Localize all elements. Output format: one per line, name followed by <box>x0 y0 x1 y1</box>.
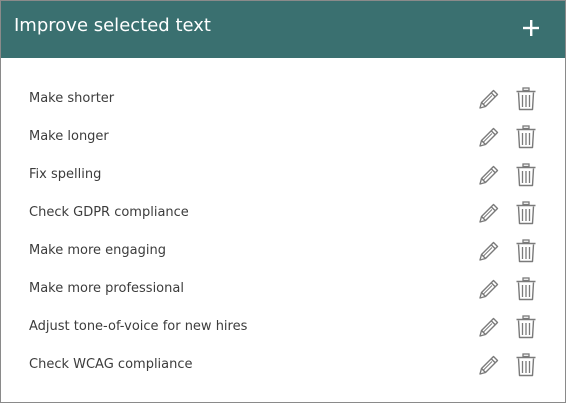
pencil-icon <box>479 355 499 375</box>
trash-icon <box>516 277 536 301</box>
list-item: Make more engaging <box>1 232 565 270</box>
pencil-icon <box>479 127 499 147</box>
prompt-label: Adjust tone-of-voice for new hires <box>29 319 248 334</box>
delete-button[interactable] <box>513 352 539 378</box>
add-prompt-button[interactable] <box>516 14 546 42</box>
trash-icon <box>516 201 536 225</box>
prompt-list: Make shorter Make longer Fix spelling Ch… <box>1 80 565 384</box>
panel-header: Improve selected text <box>1 1 565 58</box>
trash-icon <box>516 315 536 339</box>
list-item: Fix spelling <box>1 156 565 194</box>
prompt-label: Make shorter <box>29 91 115 106</box>
edit-button[interactable] <box>476 238 502 264</box>
prompt-label: Make more engaging <box>29 243 166 258</box>
edit-button[interactable] <box>476 276 502 302</box>
list-item: Make shorter <box>1 80 565 118</box>
list-item: Check GDPR compliance <box>1 194 565 232</box>
edit-button[interactable] <box>476 200 502 226</box>
delete-button[interactable] <box>513 276 539 302</box>
plus-icon <box>523 20 539 36</box>
delete-button[interactable] <box>513 238 539 264</box>
delete-button[interactable] <box>513 86 539 112</box>
prompt-label: Check GDPR compliance <box>29 205 189 220</box>
delete-button[interactable] <box>513 314 539 340</box>
pencil-icon <box>479 89 499 109</box>
list-item: Make longer <box>1 118 565 156</box>
trash-icon <box>516 125 536 149</box>
pencil-icon <box>479 279 499 299</box>
pencil-icon <box>479 165 499 185</box>
edit-button[interactable] <box>476 86 502 112</box>
trash-icon <box>516 239 536 263</box>
delete-button[interactable] <box>513 162 539 188</box>
list-item: Make more professional <box>1 270 565 308</box>
delete-button[interactable] <box>513 200 539 226</box>
trash-icon <box>516 87 536 111</box>
list-item: Check WCAG compliance <box>1 346 565 384</box>
panel-title: Improve selected text <box>14 15 211 36</box>
edit-button[interactable] <box>476 162 502 188</box>
edit-button[interactable] <box>476 352 502 378</box>
edit-button[interactable] <box>476 314 502 340</box>
pencil-icon <box>479 203 499 223</box>
list-item: Adjust tone-of-voice for new hires <box>1 308 565 346</box>
trash-icon <box>516 353 536 377</box>
prompt-label: Make more professional <box>29 281 184 296</box>
edit-button[interactable] <box>476 124 502 150</box>
improve-text-panel: Improve selected text Make shorter Make … <box>0 0 566 403</box>
pencil-icon <box>479 241 499 261</box>
prompt-label: Make longer <box>29 129 109 144</box>
prompt-label: Check WCAG compliance <box>29 357 193 372</box>
prompt-label: Fix spelling <box>29 167 102 182</box>
delete-button[interactable] <box>513 124 539 150</box>
pencil-icon <box>479 317 499 337</box>
trash-icon <box>516 163 536 187</box>
